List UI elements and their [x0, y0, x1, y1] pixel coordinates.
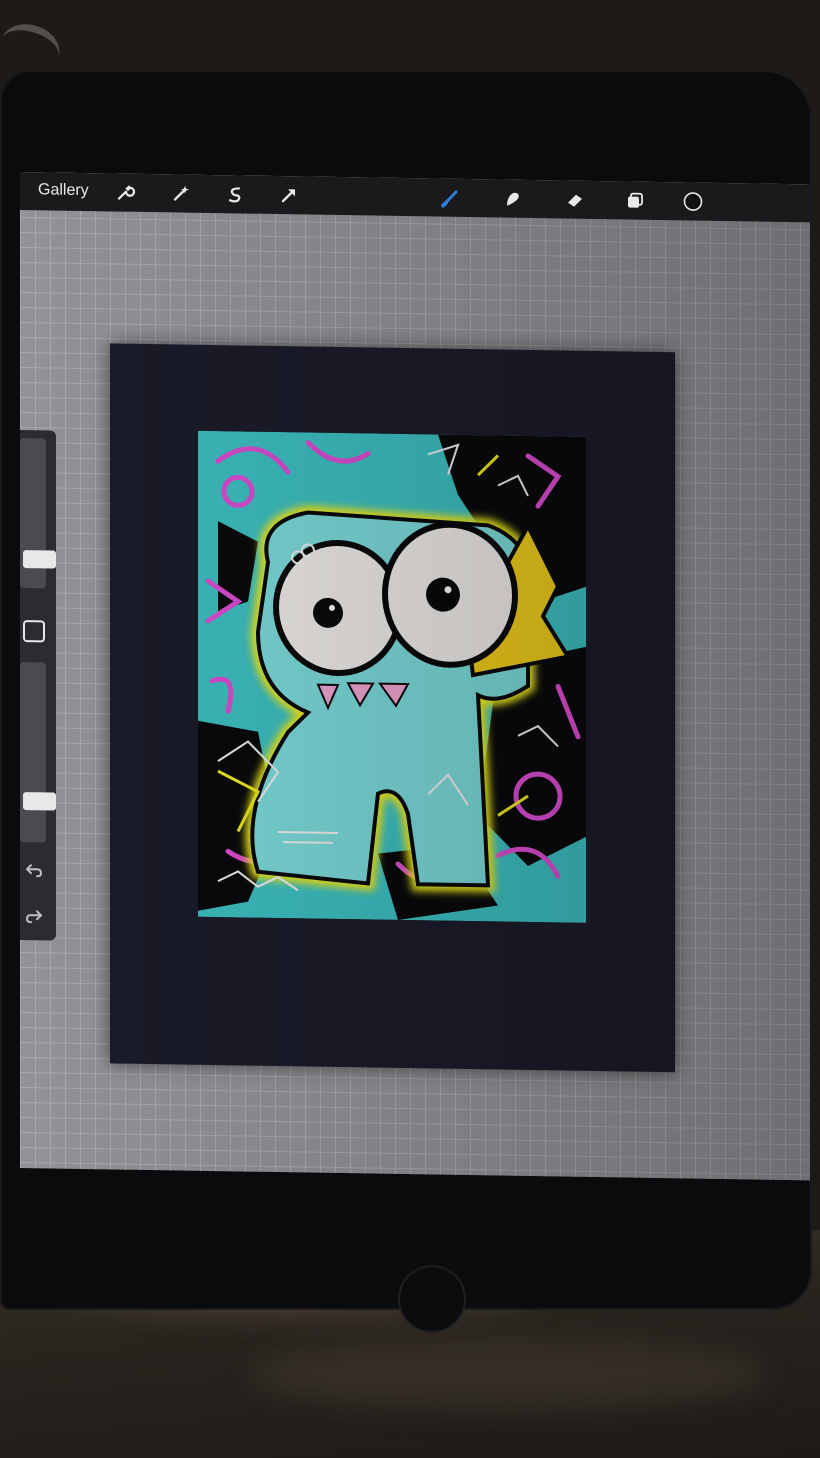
transform-arrow-icon[interactable] [276, 182, 302, 208]
brush-size-handle[interactable] [23, 550, 56, 569]
wrench-icon[interactable] [112, 179, 138, 205]
gallery-button[interactable]: Gallery [38, 181, 89, 200]
selection-icon[interactable] [222, 181, 248, 207]
home-button[interactable] [398, 1265, 466, 1333]
opacity-handle[interactable] [23, 791, 56, 811]
procreate-screen: Gallery [20, 172, 810, 1181]
brush-size-slider[interactable] [20, 438, 56, 589]
left-sidebar [20, 429, 56, 941]
modify-square-icon[interactable] [23, 620, 45, 643]
eraser-icon[interactable] [562, 187, 588, 213]
redo-icon[interactable] [22, 904, 46, 928]
color-circle-icon[interactable] [680, 188, 706, 214]
canvas[interactable] [110, 343, 675, 1073]
artwork-monster-drawing [198, 430, 586, 923]
opacity-slider[interactable] [20, 662, 56, 843]
magic-wand-icon[interactable] [168, 180, 194, 206]
undo-icon[interactable] [22, 858, 46, 882]
brush-icon[interactable] [438, 185, 464, 211]
smudge-icon[interactable] [500, 186, 526, 212]
layers-icon[interactable] [622, 187, 648, 213]
